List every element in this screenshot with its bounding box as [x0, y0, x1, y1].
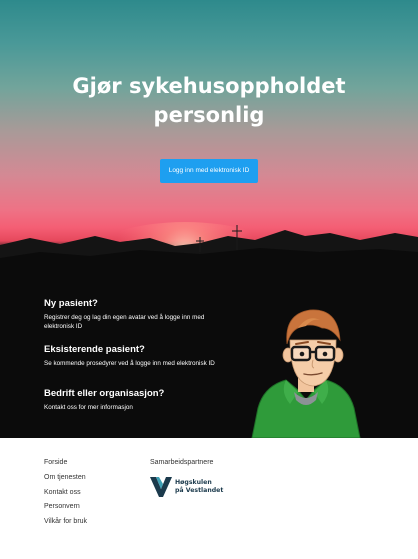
footer-link-contact-label[interactable]: Kontakt oss: [44, 489, 81, 496]
new-patient-heading: Ny pasient?: [44, 298, 98, 309]
new-patient-section: Ny pasient? Registrer deg og lag din ege…: [44, 298, 224, 331]
footer-link-terms-label[interactable]: Vilkår for bruk: [44, 518, 87, 525]
hero-section: Gjør sykehusoppholdet personlig Logg inn…: [0, 0, 418, 438]
partners-title: Samarbeidspartnere: [150, 459, 214, 466]
footer-link-privacy-label[interactable]: Personvern: [44, 503, 80, 510]
new-patient-text: Registrer deg og lag din egen avatar ved…: [44, 314, 205, 330]
hvl-logo-line-2: på Vestlandet: [175, 487, 224, 494]
hvl-logo-icon: [150, 477, 172, 497]
existing-patient-text: Se kommende prosedyrer ved å logge inn m…: [44, 360, 215, 367]
title-line-1: Gjør sykehusoppholdet: [72, 74, 346, 98]
partners-section: Samarbeidspartnere Høgskulen på Vestland…: [150, 457, 223, 497]
footer-link-contact[interactable]: Kontakt oss: [44, 487, 87, 502]
footer-links: Forside Om tjenesten Kontakt oss Personv…: [44, 457, 87, 531]
footer-link-home-label[interactable]: Forside: [44, 459, 67, 466]
avatar-illustration: [251, 309, 361, 438]
page-title: Gjør sykehusoppholdet personlig: [0, 72, 418, 130]
organization-section: Bedrift eller organisasjon? Kontakt oss …: [44, 388, 224, 412]
footer-link-terms[interactable]: Vilkår for bruk: [44, 516, 87, 531]
organization-heading: Bedrift eller organisasjon?: [44, 388, 165, 399]
footer-link-home[interactable]: Forside: [44, 457, 87, 472]
hvl-logo-line-1: Høgskulen: [175, 479, 212, 486]
footer-link-privacy[interactable]: Personvern: [44, 501, 87, 516]
footer-link-about-label[interactable]: Om tjenesten: [44, 474, 86, 481]
hvl-partner-logo[interactable]: Høgskulen på Vestlandet: [150, 477, 230, 499]
login-electronic-id-button[interactable]: Logg inn med elektronisk ID: [160, 159, 258, 183]
title-line-2: personlig: [153, 103, 265, 127]
hvl-logo-text: Høgskulen på Vestlandet: [175, 479, 223, 495]
existing-patient-heading: Eksisterende pasient?: [44, 344, 145, 355]
existing-patient-section: Eksisterende pasient? Se kommende prosed…: [44, 344, 224, 368]
footer-link-about[interactable]: Om tjenesten: [44, 472, 87, 487]
organization-text: Kontakt oss for mer informasjon: [44, 404, 133, 411]
